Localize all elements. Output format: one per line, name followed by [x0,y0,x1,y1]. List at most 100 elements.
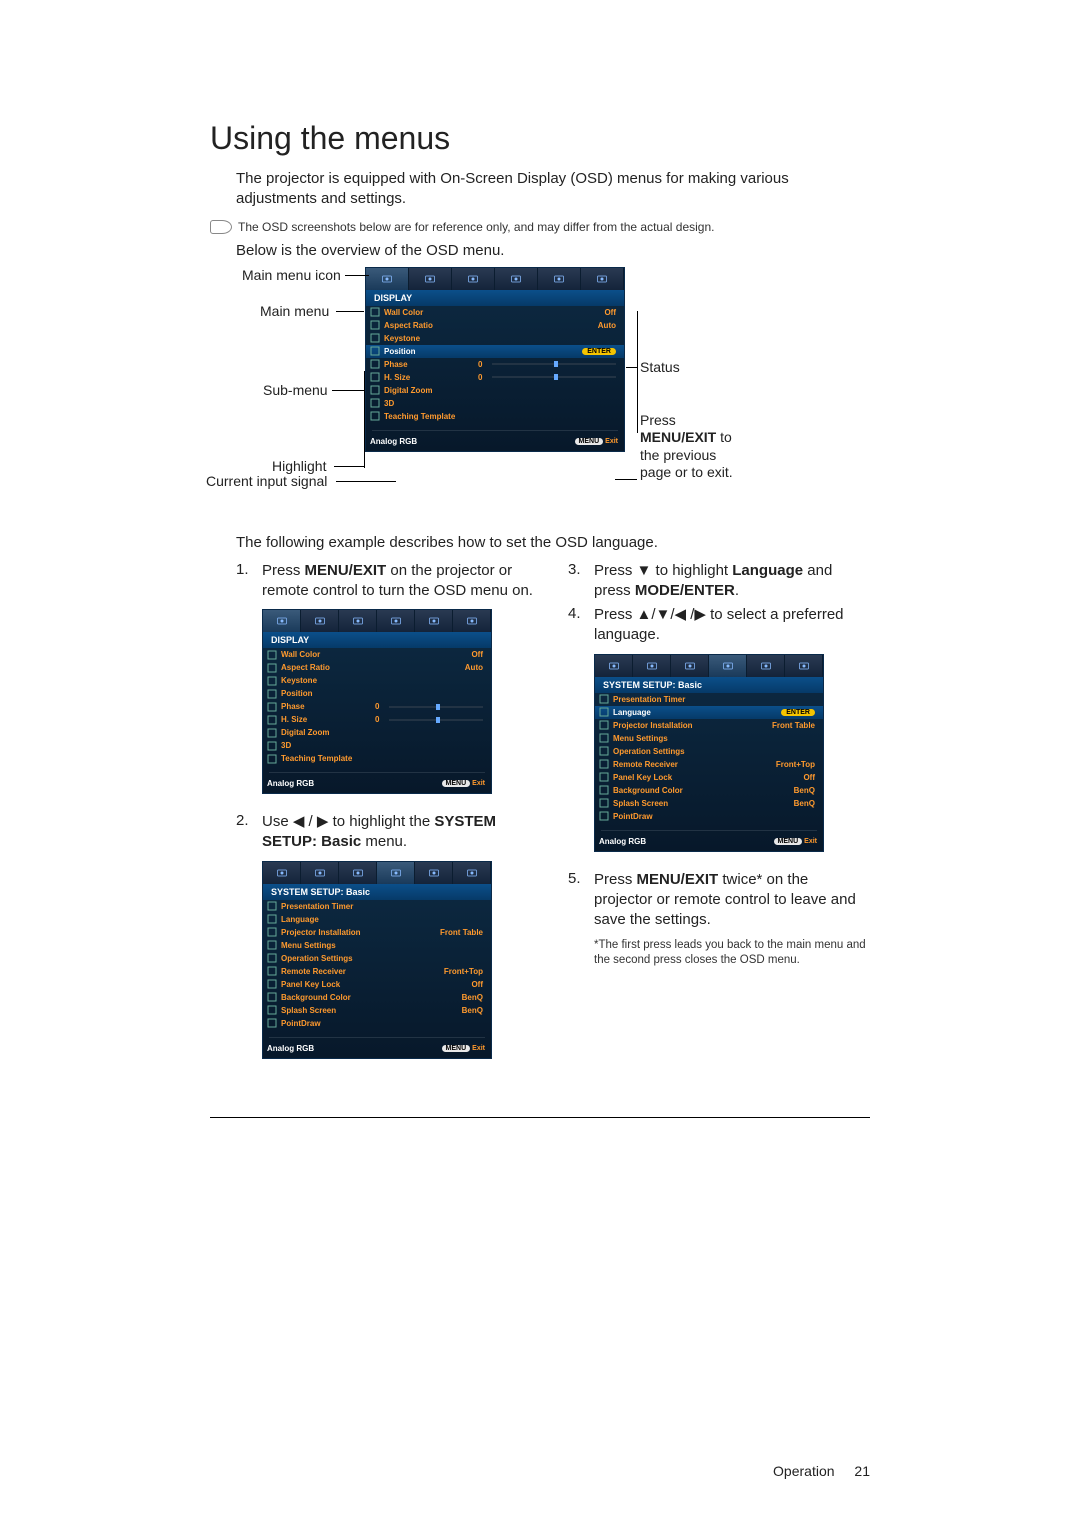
osd-tab[interactable] [453,610,491,632]
osd-tab[interactable] [785,655,823,677]
osd-row[interactable]: Splash ScreenBenQ [595,797,823,810]
osd-row[interactable]: PointDraw [263,1017,491,1030]
osd-row[interactable]: Operation Settings [595,745,823,758]
osd-step4: SYSTEM SETUP: BasicPresentation TimerLan… [594,654,824,852]
leader [336,481,396,482]
osd-row[interactable]: Phase0 [263,700,491,713]
t: MENU/EXIT [637,871,719,888]
row-value: Front Table [440,928,483,937]
osd-row[interactable]: 3D [366,397,624,410]
osd-tab[interactable] [263,610,301,632]
row-value: 0 [478,360,482,369]
osd-rows: Presentation TimerLanguageENTERProjector… [595,693,823,827]
row-icon [370,385,380,395]
slider[interactable] [492,376,616,378]
slider[interactable] [389,706,483,708]
osd-tab[interactable] [453,862,491,884]
step-text: Press ▼ to highlight Language and press … [594,561,870,602]
osd-row[interactable]: Digital Zoom [366,384,624,397]
osd-tab[interactable] [415,610,453,632]
osd-row[interactable]: Panel Key LockOff [595,771,823,784]
row-name: Splash Screen [281,1006,371,1015]
page-heading: Using the menus [210,120,870,157]
leader [345,275,369,276]
osd-row[interactable]: Wall ColorOff [263,648,491,661]
osd-tab[interactable] [263,862,301,884]
example-intro: The following example describes how to s… [236,534,870,551]
row-icon [267,979,277,989]
osd-tabs [366,268,624,290]
osd-row[interactable]: Projector InstallationFront Table [263,926,491,939]
osd-row[interactable]: Digital Zoom [263,726,491,739]
osd-tab[interactable] [409,268,452,290]
osd-row[interactable]: PositionENTER [366,345,624,358]
row-icon [370,411,380,421]
osd-row[interactable]: Projector InstallationFront Table [595,719,823,732]
osd-tab[interactable] [747,655,785,677]
osd-row[interactable]: PointDraw [595,810,823,823]
osd-tab[interactable] [581,268,624,290]
label-main-menu-icon: Main menu icon [242,267,341,283]
row-name: Panel Key Lock [613,773,703,782]
row-name: Operation Settings [613,747,703,756]
menu-button[interactable]: MENU [774,838,803,845]
osd-tab[interactable] [495,268,538,290]
osd-tabs [595,655,823,677]
osd-row[interactable]: Aspect RatioAuto [263,661,491,674]
osd-tab[interactable] [415,862,453,884]
osd-tab[interactable] [671,655,709,677]
step-num: 4. [568,605,594,646]
menu-button[interactable]: MENU [442,1045,471,1052]
osd-tab[interactable] [301,862,339,884]
row-icon [267,992,277,1002]
osd-row[interactable]: LanguageENTER [595,706,823,719]
osd-tab[interactable] [377,862,415,884]
osd-tab[interactable] [301,610,339,632]
osd-row[interactable]: Splash ScreenBenQ [263,1004,491,1017]
page: Using the menus The projector is equippe… [0,0,1080,1527]
row-value: BenQ [794,786,815,795]
osd-tab[interactable] [538,268,581,290]
row-icon [267,754,277,764]
osd-tab[interactable] [339,862,377,884]
slider[interactable] [389,719,483,721]
osd-row[interactable]: Menu Settings [263,939,491,952]
osd-row[interactable]: Language [263,913,491,926]
osd-row[interactable]: Position [263,687,491,700]
osd-tab[interactable] [709,655,747,677]
osd-row[interactable]: Panel Key LockOff [263,978,491,991]
osd-row[interactable]: Phase0 [366,358,624,371]
osd-tab[interactable] [595,655,633,677]
osd-tab[interactable] [377,610,415,632]
osd-row[interactable]: Keystone [263,674,491,687]
osd-row[interactable]: H. Size0 [263,713,491,726]
osd-row[interactable]: H. Size0 [366,371,624,384]
osd-row[interactable]: 3D [263,739,491,752]
osd-tab[interactable] [339,610,377,632]
slider[interactable] [492,363,616,365]
osd-row[interactable]: Teaching Template [263,752,491,765]
row-name: 3D [384,399,474,408]
menu-button[interactable]: MENU [575,438,604,445]
row-value: Off [471,650,483,659]
osd-row[interactable]: Presentation Timer [595,693,823,706]
osd-row[interactable]: Remote ReceiverFront+Top [263,965,491,978]
row-icon [370,359,380,369]
row-name: Remote Receiver [613,760,703,769]
footer-section: Operation [773,1463,834,1479]
osd-row[interactable]: Presentation Timer [263,900,491,913]
osd-row[interactable]: Wall ColorOff [366,306,624,319]
osd-row[interactable]: Background ColorBenQ [263,991,491,1004]
osd-tab[interactable] [633,655,671,677]
osd-row[interactable]: Operation Settings [263,952,491,965]
osd-row[interactable]: Remote ReceiverFront+Top [595,758,823,771]
menu-button[interactable]: MENU [442,780,471,787]
osd-tab[interactable] [366,268,409,290]
osd-row[interactable]: Menu Settings [595,732,823,745]
osd-row[interactable]: Aspect RatioAuto [366,319,624,332]
osd-tab[interactable] [452,268,495,290]
osd-row[interactable]: Keystone [366,332,624,345]
osd-row[interactable]: Teaching Template [366,410,624,423]
osd-footer: Analog RGBMENUExit [366,434,624,451]
osd-row[interactable]: Background ColorBenQ [595,784,823,797]
